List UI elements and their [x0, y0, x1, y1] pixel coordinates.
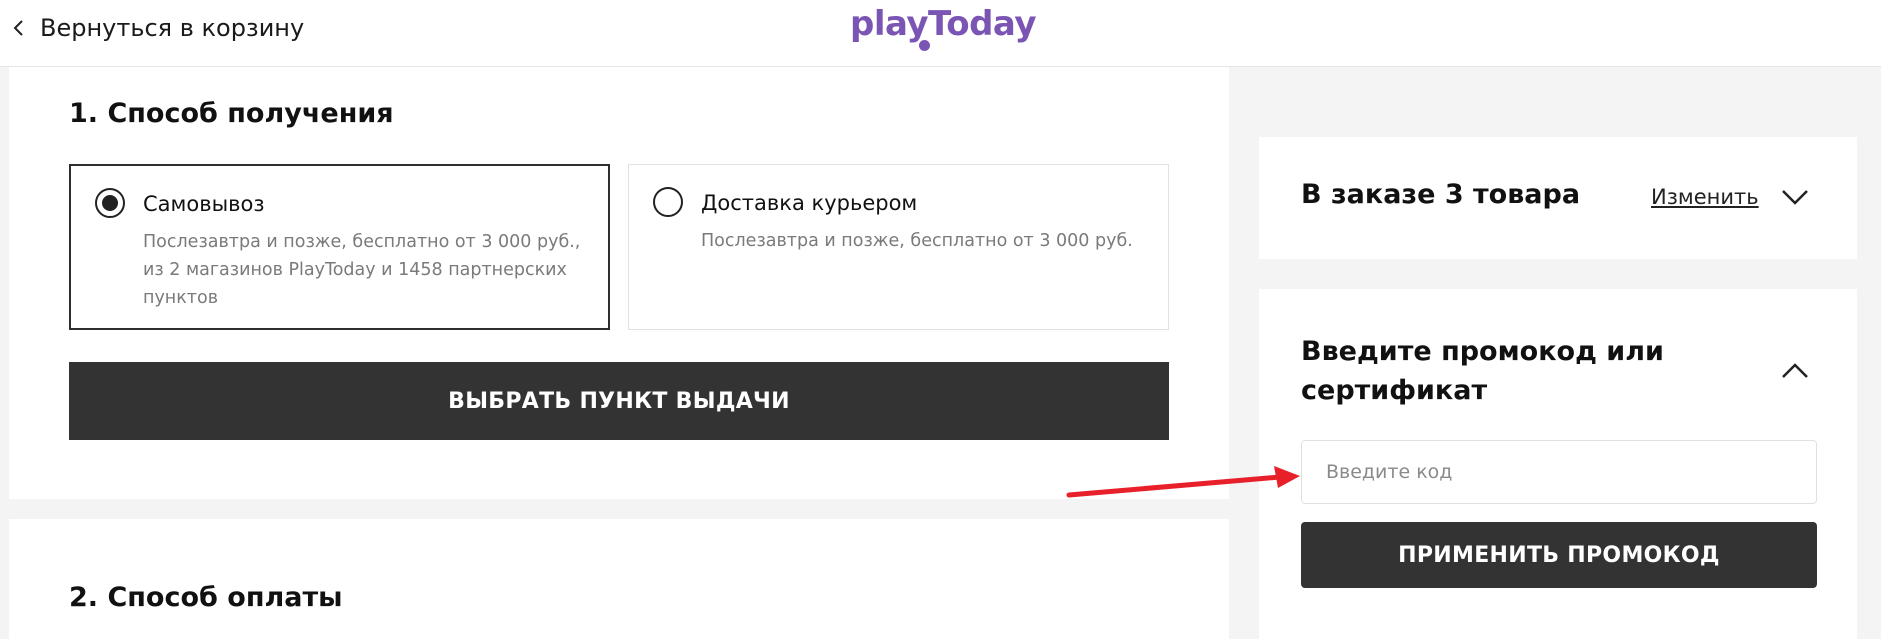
delivery-option-description: Послезавтра и позже, бесплатно от 3 000 …: [701, 231, 1133, 251]
back-to-cart-label: Вернуться в корзину: [40, 14, 305, 42]
header: Вернуться в корзину playToday: [0, 0, 1881, 67]
delivery-option-courier[interactable]: Доставка курьером Послезавтра и позже, б…: [628, 164, 1169, 330]
change-order-link[interactable]: Изменить: [1651, 185, 1759, 209]
order-summary-title: В заказе 3 товара: [1301, 179, 1581, 210]
chevron-left-icon: [13, 20, 23, 36]
payment-section: [9, 519, 1229, 639]
delivery-option-pickup[interactable]: Самовывоз Послезавтра и позже, бесплатно…: [69, 164, 610, 330]
choose-pickup-point-button[interactable]: ВЫБРАТЬ ПУНКТ ВЫДАЧИ: [69, 362, 1169, 440]
radio-selected-icon[interactable]: [95, 188, 125, 218]
chevron-down-icon[interactable]: [1780, 187, 1810, 207]
annotation-arrow-icon: [1066, 466, 1300, 498]
delivery-option-title: Доставка курьером: [701, 191, 918, 215]
delivery-section-title: 1. Способ получения: [69, 98, 394, 129]
logo-dot: [919, 40, 930, 51]
radio-unselected-icon[interactable]: [653, 187, 683, 217]
delivery-option-description: Послезавтра и позже, бесплатно от 3 000 …: [143, 232, 581, 308]
promo-title: Введите промокод или сертификат: [1301, 336, 1664, 406]
back-to-cart-link[interactable]: Вернуться в корзину: [12, 14, 304, 42]
promo-code-input[interactable]: [1301, 440, 1817, 504]
payment-section-title: 2. Способ оплаты: [69, 582, 343, 613]
delivery-option-title: Самовывоз: [143, 192, 265, 216]
logo[interactable]: playToday: [850, 4, 1037, 44]
chevron-up-icon[interactable]: [1780, 361, 1810, 381]
apply-promo-button[interactable]: ПРИМЕНИТЬ ПРОМОКОД: [1301, 522, 1817, 588]
